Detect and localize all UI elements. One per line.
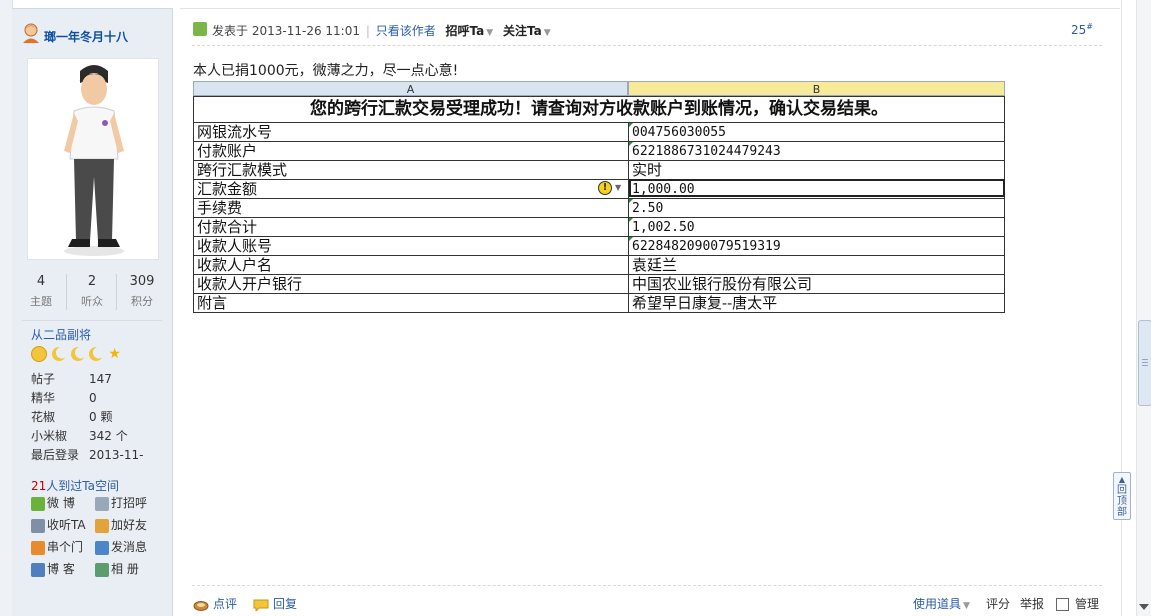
only-author-link[interactable]: 只看该作者 <box>376 24 436 38</box>
comment-button[interactable]: 点评 <box>193 595 237 612</box>
weibo-link[interactable]: 微 博 <box>31 494 75 511</box>
sun-medal-icon <box>31 346 47 362</box>
table-row: 汇款金额 ! ▼ 1,000.00 <box>193 179 1005 199</box>
table-row: 收款人户名 袁廷兰 <box>193 256 1005 275</box>
table-row: 附言 希望早日康复--唐太平 <box>193 294 1005 313</box>
table-row: 付款账户 6221886731024479243 <box>193 142 1005 161</box>
author-stats: 4 主题 2 听众 309 积分 <box>16 274 168 310</box>
greet-ta-menu[interactable]: 招呼Ta ▼ <box>446 24 494 38</box>
receipt-banner: 您的跨行汇款交易受理成功！请查询对方收款账户到账情况，确认交易结果。 <box>193 96 1005 123</box>
divider <box>22 320 162 321</box>
info-millet-pepper: 小米椒 342 个 <box>31 429 128 443</box>
author-rank[interactable]: 从二品副将 <box>31 326 91 343</box>
post-time: 2013-11-26 11:01 <box>251 24 360 38</box>
remittance-receipt-sheet: A B 您的跨行汇款交易受理成功！请查询对方收款账户到账情况，确认交易结果。 网… <box>193 81 1005 313</box>
warning-icon[interactable]: ! <box>598 181 612 195</box>
rate-link[interactable]: 评分 <box>986 595 1010 612</box>
stat-points[interactable]: 309 积分 <box>116 274 167 310</box>
use-tool-menu[interactable]: 使用道具 ▼ <box>913 595 970 612</box>
column-header-a: A <box>193 81 628 96</box>
message-link[interactable]: 发消息 <box>95 538 147 555</box>
weibo-icon <box>31 496 45 511</box>
info-last-login: 最后登录 2013-11- <box>31 448 144 462</box>
comment-icon <box>193 600 209 611</box>
house-icon <box>31 540 45 555</box>
post-top-border <box>180 8 1120 9</box>
divider <box>192 585 1102 586</box>
column-header-b: B <box>628 81 1005 96</box>
table-row: 收款人账号 6228482090079519319 <box>193 237 1005 256</box>
user-online-icon <box>23 23 39 43</box>
arrow-up-icon: ▲ <box>1118 475 1126 484</box>
photo-album-icon <box>95 562 109 577</box>
chevron-down-icon[interactable]: ▼ <box>615 183 621 192</box>
table-row: 跨行汇款模式 实时 <box>193 161 1005 180</box>
visit-link[interactable]: 串个门 <box>31 538 83 555</box>
divider <box>192 45 1102 46</box>
post-meta: 发表于 2013-11-26 11:01 | 只看该作者 招呼Ta ▼ 关注Ta ▼ <box>212 24 551 38</box>
report-link[interactable]: 举报 <box>1020 595 1044 612</box>
info-essence: 精华 0 <box>31 391 97 405</box>
author-username[interactable]: 瑯一年冬月十八 <box>44 28 128 45</box>
table-row: 手续费 2.50 <box>193 199 1005 218</box>
avatar-image <box>64 65 124 256</box>
moon-medal-icon <box>51 347 66 361</box>
space-visitors-link[interactable]: 21人到过Ta空间 <box>31 477 119 494</box>
reply-icon <box>253 599 269 611</box>
moon-medal-icon <box>70 347 85 361</box>
info-posts: 帖子 147 <box>31 372 112 386</box>
star-medal-icon: ★ <box>108 346 121 362</box>
scrollbar-thumb[interactable] <box>1138 320 1151 406</box>
manage-checkbox[interactable]: 管理 <box>1056 595 1099 612</box>
greet-link[interactable]: 打招呼 <box>95 494 147 511</box>
blog-link[interactable]: 博 客 <box>31 560 75 577</box>
stat-topics[interactable]: 4 主题 <box>16 274 66 310</box>
stat-listeners[interactable]: 2 听众 <box>66 274 117 310</box>
follow-link[interactable]: 收听TA <box>31 516 86 533</box>
checkbox[interactable] <box>1056 598 1069 611</box>
listen-user-icon <box>31 518 45 533</box>
table-row: 付款合计 1,002.50 <box>193 218 1005 237</box>
chevron-down-icon: ▼ <box>543 28 551 38</box>
chevron-down-icon: ▼ <box>486 28 494 38</box>
blog-icon <box>31 562 45 577</box>
scroll-down-arrow-icon[interactable] <box>1139 604 1149 610</box>
back-to-top-button[interactable]: ▲ 回顶部 <box>1113 472 1131 520</box>
album-link[interactable]: 相 册 <box>95 560 139 577</box>
post-right-border <box>1121 0 1122 616</box>
table-row: 收款人开户银行 中国农业银行股份有限公司 <box>193 275 1005 294</box>
floor-number[interactable]: 25# <box>1071 22 1093 37</box>
rank-medals: ★ <box>31 346 121 362</box>
scrollbar-track[interactable] <box>1136 0 1151 616</box>
chevron-down-icon: ▼ <box>963 601 970 611</box>
add-friend-link[interactable]: 加好友 <box>95 516 147 533</box>
wave-hand-icon <box>95 496 109 511</box>
post-body-text: 本人已捐1000元，微薄之力，尽一点心意! <box>193 63 459 79</box>
follow-ta-menu[interactable]: 关注Ta ▼ <box>503 24 551 38</box>
handshake-icon <box>95 518 109 533</box>
envelope-icon <box>95 540 109 555</box>
avatar[interactable] <box>27 58 159 260</box>
author-sidebar: 瑯一年冬月十八 4 主题 2 听众 309 积分 从二品副将 ★ 帖子 147 … <box>12 8 173 616</box>
table-row: 网银流水号 004756030055 <box>193 123 1005 142</box>
moon-medal-icon <box>89 347 104 361</box>
reply-button[interactable]: 回复 <box>253 595 297 612</box>
online-status-icon <box>193 22 207 36</box>
info-pepper: 花椒 0 颗 <box>31 410 113 424</box>
